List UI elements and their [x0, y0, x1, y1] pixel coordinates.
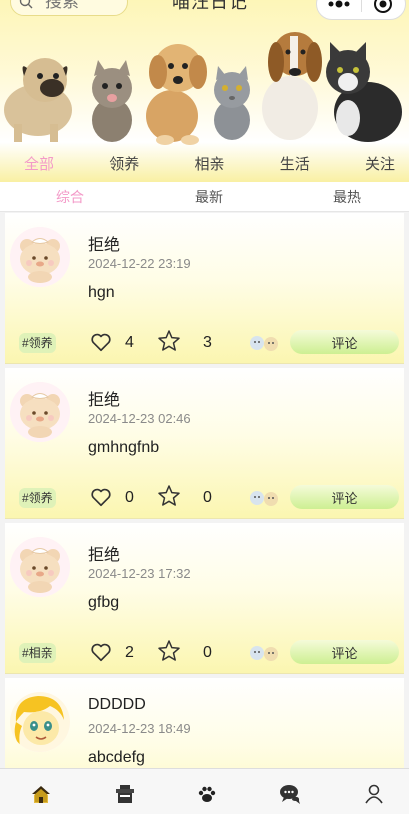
more-dots-icon[interactable] — [317, 0, 361, 19]
puppy-image — [146, 44, 207, 145]
post-content: gmhngfnb — [88, 439, 160, 456]
comment-button[interactable]: 评论 — [290, 330, 399, 354]
post-username[interactable]: 拒绝 — [88, 231, 120, 255]
tabby-kitten-image — [92, 60, 132, 142]
star-count: 0 — [203, 644, 212, 661]
tab-comprehensive[interactable]: 综合 — [56, 187, 84, 207]
grey-kitten-image — [214, 66, 250, 140]
nav-item-adoption[interactable]: 领养 — [109, 153, 139, 174]
emoji-icon[interactable] — [247, 643, 281, 663]
post-card[interactable]: 拒绝 2024-12-23 17:32 gfbg #相亲 2 0 评论 — [5, 523, 404, 674]
nav-item-matchmaking[interactable]: 相亲 — [194, 153, 224, 174]
post-card[interactable]: 拒绝 2024-12-23 02:46 gmhngfnb #领养 0 0 评论 — [5, 368, 404, 519]
like-count: 2 — [125, 644, 134, 661]
post-time: 2024-12-23 02:46 — [88, 411, 191, 426]
heart-icon[interactable] — [90, 641, 112, 663]
search-input[interactable] — [45, 0, 125, 14]
post-username[interactable]: 拒绝 — [88, 541, 120, 565]
chat-icon[interactable] — [279, 783, 301, 805]
avatar[interactable] — [10, 382, 70, 442]
avatar[interactable] — [10, 227, 70, 287]
category-nav: 全部 领养 相亲 生活 关注 — [0, 146, 409, 180]
pony-avatar-icon — [10, 692, 70, 752]
bear-avatar-icon — [10, 537, 70, 597]
app-title: 喵汪日记 — [172, 0, 248, 12]
post-tag[interactable]: #领养 — [19, 333, 56, 353]
nav-item-following[interactable]: 关注 — [365, 153, 395, 174]
star-icon[interactable] — [157, 329, 181, 353]
post-feed: 拒绝 2024-12-22 23:19 hgn #领养 4 3 评论 拒绝 20… — [0, 213, 409, 768]
header: 喵汪日记 — [0, 0, 409, 182]
star-icon[interactable] — [157, 484, 181, 508]
like-count: 0 — [125, 489, 134, 506]
post-time: 2024-12-23 17:32 — [88, 566, 191, 581]
heart-icon[interactable] — [90, 486, 112, 508]
search-box[interactable] — [10, 0, 128, 16]
tuxedo-cat-image — [326, 42, 402, 142]
avatar[interactable] — [10, 537, 70, 597]
post-time: 2024-12-23 18:49 — [88, 721, 191, 736]
paw-icon[interactable] — [196, 783, 218, 805]
post-username[interactable]: DDDDD — [88, 696, 146, 714]
bear-avatar-icon — [10, 382, 70, 442]
tab-hottest[interactable]: 最热 — [333, 187, 361, 207]
like-count: 4 — [125, 334, 134, 351]
profile-icon[interactable] — [363, 783, 385, 805]
pug-image — [4, 58, 72, 142]
mini-program-capsule — [316, 0, 406, 20]
emoji-icon[interactable] — [247, 488, 281, 508]
post-content: abcdefg — [88, 749, 145, 766]
post-time: 2024-12-22 23:19 — [88, 256, 191, 271]
post-card[interactable]: DDDDD 2024-12-23 18:49 abcdefg — [5, 678, 404, 768]
star-count: 3 — [203, 334, 212, 351]
search-icon — [19, 0, 33, 9]
shop-icon[interactable] — [114, 783, 136, 805]
star-count: 0 — [203, 489, 212, 506]
post-content: hgn — [88, 284, 115, 301]
pets-banner — [4, 32, 402, 145]
nav-item-life[interactable]: 生活 — [280, 153, 310, 174]
post-content: gfbg — [88, 594, 120, 611]
bear-avatar-icon — [10, 227, 70, 287]
post-tag[interactable]: #领养 — [19, 488, 56, 508]
comment-button[interactable]: 评论 — [290, 640, 399, 664]
post-username[interactable]: 拒绝 — [88, 386, 120, 410]
emoji-icon[interactable] — [247, 333, 281, 353]
avatar[interactable] — [10, 692, 70, 752]
beagle-image — [262, 32, 322, 140]
sort-tabs: 综合 最新 最热 — [0, 182, 409, 212]
bottom-tab-bar — [0, 768, 409, 814]
star-icon[interactable] — [157, 639, 181, 663]
comment-button[interactable]: 评论 — [290, 485, 399, 509]
post-card[interactable]: 拒绝 2024-12-22 23:19 hgn #领养 4 3 评论 — [5, 213, 404, 364]
nav-item-all[interactable]: 全部 — [24, 153, 54, 174]
tab-newest[interactable]: 最新 — [195, 187, 223, 207]
target-icon[interactable] — [361, 0, 405, 19]
home-icon[interactable] — [30, 783, 52, 805]
heart-icon[interactable] — [90, 331, 112, 353]
post-tag[interactable]: #相亲 — [19, 643, 56, 663]
